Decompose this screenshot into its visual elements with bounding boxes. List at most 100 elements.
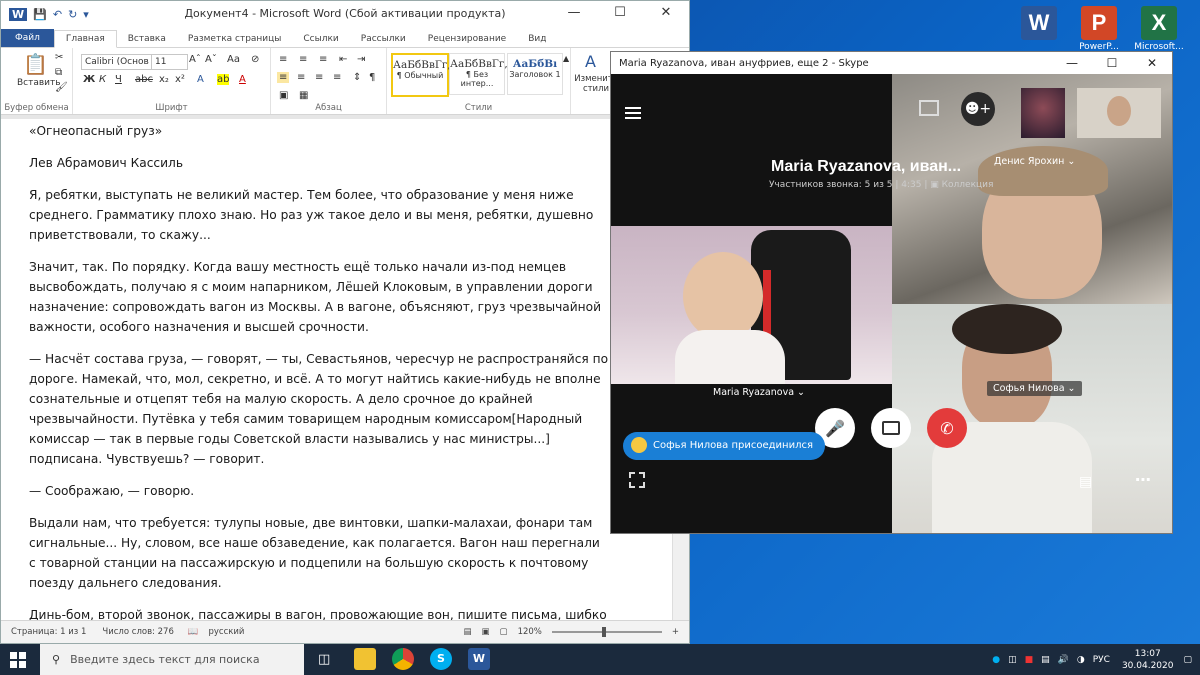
style-no-spacing[interactable]: АаБбВвГг, ¶ Без интер... bbox=[449, 53, 508, 95]
tab-mailings[interactable]: Рассылки bbox=[350, 31, 417, 47]
notifications-icon[interactable]: ▢ bbox=[1183, 655, 1192, 665]
language-indicator[interactable]: русский bbox=[208, 627, 244, 637]
tray-app-icon[interactable]: ■ bbox=[1025, 655, 1034, 665]
font-color-icon[interactable]: A bbox=[239, 74, 246, 85]
hamburger-menu-icon[interactable] bbox=[625, 104, 641, 122]
clipboard-group: 📋 Вставить ✂ ⧉ 🖌 Буфер обмена bbox=[1, 48, 73, 114]
paste-icon[interactable]: 📋 bbox=[23, 52, 48, 76]
cut-icon[interactable]: ✂ bbox=[55, 52, 63, 63]
increase-indent-icon[interactable]: ⇥ bbox=[357, 54, 365, 65]
styles-scroll-icon[interactable]: ▲ bbox=[563, 54, 569, 63]
tile-name-sofia[interactable]: Софья Нилова ⌄ bbox=[987, 381, 1082, 396]
change-styles-icon[interactable]: A bbox=[585, 52, 596, 71]
tab-view[interactable]: Вид bbox=[517, 31, 557, 47]
close-button[interactable]: ✕ bbox=[643, 1, 689, 27]
tab-file[interactable]: Файл bbox=[1, 29, 54, 47]
tile-name-maria[interactable]: Maria Ryazanova ⌄ bbox=[707, 385, 811, 400]
skype-taskbar-icon[interactable]: S bbox=[430, 648, 452, 670]
page-count[interactable]: Страница: 1 из 1 bbox=[11, 627, 86, 637]
strikethrough-icon[interactable]: abc bbox=[135, 74, 153, 85]
more-options-icon[interactable]: ⋯ bbox=[1135, 470, 1151, 489]
task-view-icon[interactable]: ◫ bbox=[318, 652, 330, 667]
word-count[interactable]: Число слов: 276 bbox=[102, 627, 173, 637]
network-icon[interactable]: ▤ bbox=[1041, 655, 1050, 665]
skype-tray-icon[interactable]: ● bbox=[992, 655, 1000, 665]
excel-icon: X bbox=[1141, 6, 1177, 40]
decrease-indent-icon[interactable]: ⇤ bbox=[339, 54, 347, 65]
grow-font-icon[interactable]: Aˆ bbox=[189, 54, 201, 65]
font-size-select[interactable]: 11 bbox=[151, 54, 188, 70]
shading-icon[interactable]: ▣ bbox=[279, 90, 288, 101]
collection-link[interactable]: Коллекция bbox=[942, 180, 994, 190]
format-painter-icon[interactable]: 🖌 bbox=[55, 82, 68, 93]
highlight-icon[interactable]: ab bbox=[217, 74, 230, 85]
defender-icon[interactable]: ◫ bbox=[1008, 655, 1017, 665]
bold-icon[interactable]: Ж bbox=[83, 74, 95, 85]
bullets-icon[interactable]: ≡ bbox=[279, 54, 287, 65]
font-name-select[interactable]: Calibri (Основ bbox=[81, 54, 152, 70]
zoom-level[interactable]: 120% bbox=[518, 627, 542, 637]
copy-icon[interactable]: ⧉ bbox=[55, 67, 62, 78]
print-layout-icon[interactable]: ▤ bbox=[463, 627, 471, 637]
maximize-button[interactable]: ☐ bbox=[597, 1, 643, 27]
language-indicator-tray[interactable]: РУС bbox=[1093, 655, 1110, 665]
participant-thumb-1[interactable] bbox=[1021, 88, 1065, 138]
skype-maximize-button[interactable]: ☐ bbox=[1092, 52, 1132, 74]
full-screen-icon[interactable]: ▣ bbox=[482, 627, 490, 637]
web-layout-icon[interactable]: ▢ bbox=[500, 627, 508, 637]
search-icon: ⚲ bbox=[52, 653, 61, 666]
start-button[interactable] bbox=[10, 652, 26, 668]
align-center-icon[interactable]: ≡ bbox=[297, 72, 305, 83]
add-participant-icon[interactable]: ☻+ bbox=[961, 92, 995, 126]
style-normal[interactable]: АаБбВвГг, ¶ Обычный bbox=[391, 53, 451, 97]
skype-minimize-button[interactable]: — bbox=[1052, 52, 1092, 74]
underline-icon[interactable]: Ч bbox=[115, 74, 122, 85]
align-right-icon[interactable]: ≡ bbox=[315, 72, 323, 83]
tab-references[interactable]: Ссылки bbox=[292, 31, 349, 47]
chrome-icon[interactable] bbox=[392, 648, 414, 670]
participant-hair-sofia bbox=[952, 304, 1062, 354]
tab-home[interactable]: Главная bbox=[53, 30, 117, 48]
volume-icon[interactable]: 🔊 bbox=[1058, 655, 1069, 665]
clock[interactable]: 13:07 30.04.2020 bbox=[1122, 648, 1174, 672]
video-tile-maria[interactable] bbox=[611, 226, 892, 384]
align-left-icon[interactable]: ≡ bbox=[277, 72, 290, 83]
video-toggle-button[interactable] bbox=[871, 408, 911, 448]
zoom-slider[interactable] bbox=[551, 627, 662, 637]
skype-close-button[interactable]: ✕ bbox=[1132, 52, 1172, 74]
tile-name-denis[interactable]: Денис Ярохин ⌄ bbox=[988, 154, 1081, 169]
desktop-icon-word[interactable]: W bbox=[1012, 0, 1066, 42]
multilevel-icon[interactable]: ≡ bbox=[319, 54, 327, 65]
tray-app-icon-2[interactable]: ◑ bbox=[1077, 655, 1085, 665]
proofing-icon[interactable]: 📖 bbox=[188, 627, 199, 637]
minimize-button[interactable]: — bbox=[551, 1, 597, 27]
text-effects-icon[interactable]: A bbox=[197, 74, 204, 85]
file-explorer-icon[interactable] bbox=[354, 648, 376, 670]
chat-icon[interactable]: ▤ bbox=[1079, 474, 1092, 490]
word-taskbar-icon[interactable]: W bbox=[468, 648, 490, 670]
screen-layout-icon[interactable] bbox=[919, 100, 939, 116]
clear-format-icon[interactable]: ⊘ bbox=[251, 54, 259, 65]
italic-icon[interactable]: К bbox=[99, 74, 106, 85]
borders-icon[interactable]: ▦ bbox=[299, 90, 308, 101]
superscript-icon[interactable]: x² bbox=[175, 74, 185, 85]
tab-review[interactable]: Рецензирование bbox=[417, 31, 517, 47]
desktop-icon-excel[interactable]: X Microsoft... bbox=[1132, 0, 1186, 52]
end-call-button[interactable]: ✆ bbox=[927, 408, 967, 448]
snapshot-icon[interactable] bbox=[629, 472, 645, 488]
change-case-icon[interactable]: Aa bbox=[227, 54, 240, 65]
numbering-icon[interactable]: ≡ bbox=[299, 54, 307, 65]
search-box[interactable]: ⚲ Введите здесь текст для поиска bbox=[40, 644, 304, 675]
shrink-font-icon[interactable]: Aˇ bbox=[205, 54, 217, 65]
tab-page-layout[interactable]: Разметка страницы bbox=[177, 31, 293, 47]
style-heading-1[interactable]: АаБбВı Заголовок 1 bbox=[507, 53, 563, 95]
participant-thumb-2[interactable] bbox=[1077, 88, 1161, 138]
line-spacing-icon[interactable]: ⇕ bbox=[353, 72, 361, 83]
pilcrow-icon[interactable]: ¶ bbox=[369, 72, 375, 83]
justify-icon[interactable]: ≡ bbox=[333, 72, 341, 83]
zoom-in-icon[interactable]: + bbox=[672, 627, 679, 637]
subscript-icon[interactable]: x₂ bbox=[159, 74, 169, 85]
document-page[interactable]: «Огнеопасный груз» Лев Абрамович Кассиль… bbox=[1, 119, 689, 621]
tab-insert[interactable]: Вставка bbox=[117, 31, 177, 47]
desktop-icon-powerpoint[interactable]: P PowerP... bbox=[1072, 0, 1126, 52]
